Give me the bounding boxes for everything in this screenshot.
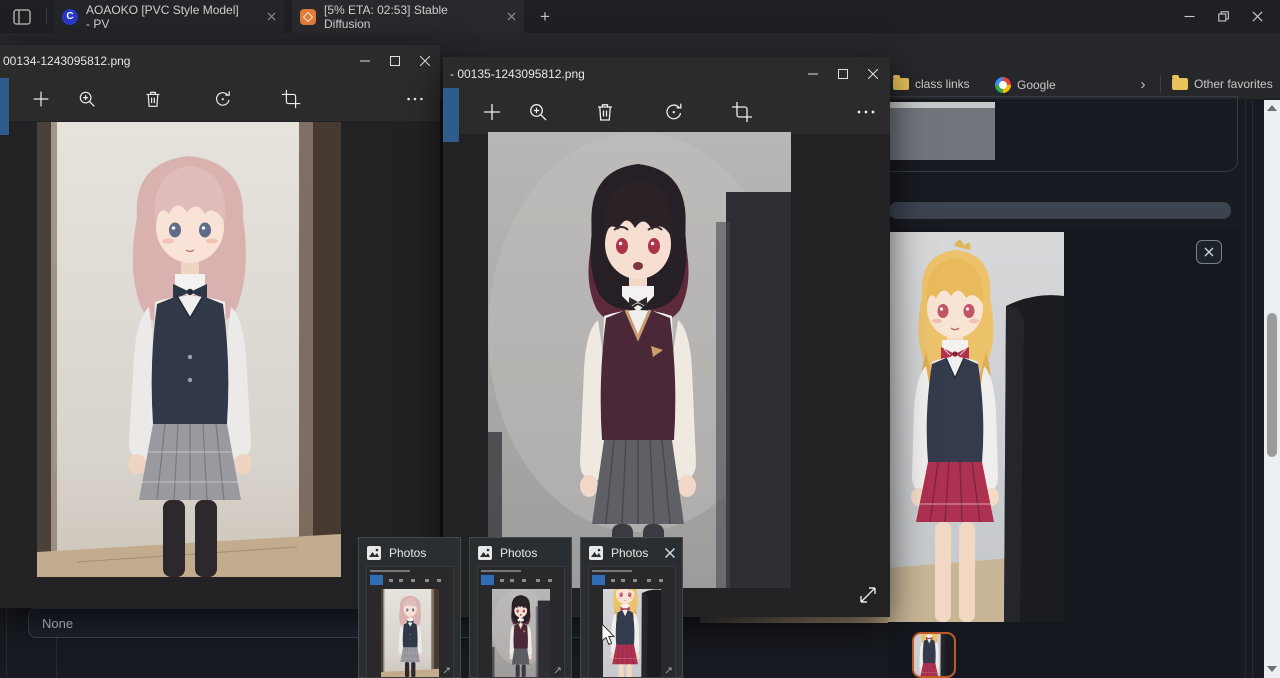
- photos-toolbar: [0, 77, 440, 121]
- sd-panel-border: [6, 596, 7, 678]
- sd-page-decor-strip: [700, 617, 888, 623]
- tab-close-icon[interactable]: [507, 12, 516, 21]
- browser-minimize-button[interactable]: [1172, 3, 1206, 29]
- crop-icon[interactable]: [280, 88, 302, 110]
- mini-photo-00134: [381, 589, 439, 677]
- photos-window-title: 00134-1243095812.png: [0, 54, 130, 68]
- folder-icon: [1172, 78, 1188, 90]
- rotate-icon[interactable]: [662, 100, 686, 124]
- photo-image-00135[interactable]: [488, 132, 791, 588]
- browser-tab-bar: C AOAOKO [PVC Style Model] - PV [5% ETA:…: [0, 0, 1280, 33]
- photos-window-titlebar[interactable]: - 00135-1243095812.png: [443, 57, 890, 90]
- see-more-icon[interactable]: [404, 88, 426, 110]
- favorites-divider: [1160, 75, 1161, 93]
- favorites-folder-label: class links: [915, 77, 970, 91]
- photos-nav-accent: [0, 78, 9, 135]
- browser-maximize-button[interactable]: [1206, 3, 1240, 29]
- favorites-folder-other[interactable]: Other favorites: [1172, 77, 1273, 91]
- taskbar-preview-photos-2[interactable]: Photos: [469, 537, 572, 678]
- window-maximize-button[interactable]: [380, 49, 410, 73]
- page-scrollbar[interactable]: [1264, 100, 1280, 678]
- favorites-link-google[interactable]: Google: [995, 77, 1056, 93]
- preview-close-icon[interactable]: [664, 547, 676, 559]
- sd-preview-box: [890, 102, 995, 160]
- browser-window-controls: [1172, 3, 1274, 29]
- sd-panel-border: [1245, 100, 1246, 678]
- mouse-cursor: [601, 624, 617, 646]
- taskbar-preview-photos-1[interactable]: Photos: [358, 537, 461, 678]
- sd-dropdown-value: None: [42, 616, 73, 631]
- tab-title: [5% ETA: 02:53] Stable Diffusion: [324, 3, 489, 31]
- window-maximize-button[interactable]: [828, 62, 858, 86]
- sd-selected-thumbnail[interactable]: [912, 632, 956, 678]
- mini-toolbar-selected: [592, 575, 605, 585]
- see-more-icon[interactable]: [854, 100, 878, 124]
- tab-title: AOAOKO [PVC Style Model] - PV: [86, 3, 246, 31]
- preview-mini-window: [366, 566, 454, 678]
- favorites-folder-class-links[interactable]: class links: [893, 77, 970, 91]
- photos-window-2: - 00135-1243095812.png: [443, 57, 890, 617]
- folder-icon: [893, 78, 909, 90]
- taskbar-preview-photos-3[interactable]: Photos: [580, 537, 683, 678]
- photos-window-title: - 00135-1243095812.png: [443, 67, 585, 81]
- window-minimize-button[interactable]: [798, 62, 828, 86]
- scrollbar-thumb[interactable]: [1267, 313, 1277, 457]
- favorites-overflow-chevron-icon[interactable]: ›: [1134, 74, 1152, 94]
- civitai-favicon-icon: C: [62, 9, 78, 25]
- scrollbar-down-arrow-icon[interactable]: [1267, 666, 1277, 672]
- scrollbar-up-arrow-icon[interactable]: [1267, 105, 1277, 111]
- browser-tab-civitai[interactable]: C AOAOKO [PVC Style Model] - PV: [54, 0, 284, 33]
- browser-close-button[interactable]: [1240, 3, 1274, 29]
- photos-toolbar: [443, 90, 890, 134]
- tab-workspaces-icon[interactable]: [12, 7, 32, 27]
- browser-tab-stable-diffusion[interactable]: [5% ETA: 02:53] Stable Diffusion: [292, 0, 524, 33]
- preview-mini-window: [588, 566, 676, 678]
- preview-app-label: Photos: [389, 546, 426, 560]
- sd-viewer-close-button[interactable]: [1196, 240, 1222, 264]
- preview-app-label: Photos: [611, 546, 648, 560]
- tab-close-icon[interactable]: [267, 12, 276, 21]
- photos-app-icon: [588, 545, 604, 561]
- mini-toolbar-selected: [370, 575, 383, 585]
- sd-generated-image-blonde[interactable]: [888, 232, 1064, 622]
- mini-photo-00135: [492, 589, 550, 677]
- mini-toolbar-selected: [481, 575, 494, 585]
- photos-app-icon: [477, 545, 493, 561]
- zoom-in-icon[interactable]: [526, 100, 550, 124]
- photos-nav-accent: [443, 88, 459, 142]
- favorites-link-label: Google: [1017, 78, 1056, 92]
- window-close-button[interactable]: [858, 62, 888, 86]
- window-close-button[interactable]: [410, 49, 440, 73]
- photo-image-00134[interactable]: [37, 122, 341, 577]
- tab-divider: [46, 8, 47, 24]
- desktop: C AOAOKO [PVC Style Model] - PV [5% ETA:…: [0, 0, 1280, 678]
- window-minimize-button[interactable]: [350, 49, 380, 73]
- photos-app-icon: [366, 545, 382, 561]
- photos-window-1: 00134-1243095812.png: [0, 45, 440, 608]
- zoom-in-icon[interactable]: [76, 88, 98, 110]
- favorites-folder-label: Other favorites: [1194, 77, 1273, 91]
- sd-panel-border: [1252, 100, 1253, 678]
- sd-progress-bar: [889, 202, 1231, 219]
- rotate-icon[interactable]: [212, 88, 234, 110]
- add-icon[interactable]: [30, 88, 52, 110]
- delete-icon[interactable]: [593, 100, 617, 124]
- preview-mini-window: [477, 566, 565, 678]
- add-icon[interactable]: [480, 100, 504, 124]
- google-favicon-icon: [995, 77, 1011, 93]
- stable-diffusion-favicon-icon: [300, 9, 316, 25]
- crop-icon[interactable]: [730, 100, 754, 124]
- sd-image-viewer: [888, 230, 1240, 622]
- preview-app-label: Photos: [500, 546, 537, 560]
- delete-icon[interactable]: [142, 88, 164, 110]
- photos-window-titlebar[interactable]: 00134-1243095812.png: [0, 45, 440, 77]
- fullscreen-expand-icon[interactable]: [858, 585, 878, 605]
- new-tab-button[interactable]: +: [534, 6, 556, 28]
